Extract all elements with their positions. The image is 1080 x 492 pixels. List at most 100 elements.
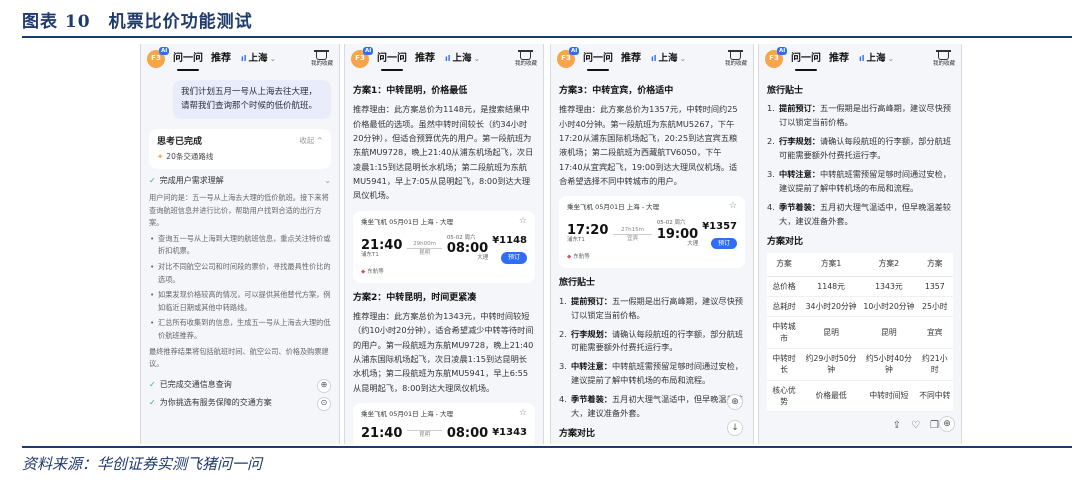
bottom-rule bbox=[22, 446, 1072, 448]
tip-item: 3. 中转注意：中转航班需预留足够时间通过安检，建议提前了解中转机场的布局和流程。 bbox=[559, 361, 743, 386]
favorites-button[interactable]: 我的收藏 bbox=[725, 50, 747, 68]
flight-card[interactable]: 乘坐飞机 05月01日 上海 - 大理 ☆ 21:40 浦东T1 29h00m 昆明 … bbox=[353, 210, 535, 283]
ai-badge: AI bbox=[363, 47, 374, 55]
tips-title: 旅行贴士 bbox=[559, 278, 596, 289]
airline-name: 东航等 bbox=[573, 254, 590, 261]
table-row: 核心优势 价格最低 中转时间短 不同中转 bbox=[767, 380, 953, 413]
thumbs-up-icon[interactable]: ♡ bbox=[911, 418, 920, 434]
tips-list: 1. 提前预订：五一假期是出行高峰期，建议尽快预订以锁定当前价格。 2. 行李规划：… bbox=[767, 102, 953, 229]
tab-ask[interactable]: 问一问 bbox=[377, 51, 407, 71]
top-bar: F3 AI 问一问 推荐 ıl 上海 ⌄ 我的收藏 bbox=[759, 44, 961, 74]
departure-airport: 浦东T1 bbox=[361, 251, 379, 258]
location-selector[interactable]: ıl 上海 ⌄ bbox=[241, 51, 276, 66]
top-rule bbox=[22, 36, 1072, 38]
tab-recommend[interactable]: 推荐 bbox=[211, 51, 231, 67]
cart-icon bbox=[518, 50, 534, 61]
intent-summary: 用户问的是：五一号从上海去大理的低价航班。接下来将查询航班信息并进行比价，帮助用… bbox=[149, 193, 329, 228]
duration: 29h00m bbox=[413, 240, 437, 247]
book-button[interactable]: 预订 bbox=[500, 252, 527, 264]
plan-bullet: 对比不同航空公司和时间段的票价，寻找最具性价比的选项。 bbox=[149, 261, 331, 286]
arrival-time: 19:00 bbox=[656, 227, 699, 243]
airline-icon: ◆ bbox=[361, 268, 366, 275]
favorites-button[interactable]: 我的收藏 bbox=[515, 50, 537, 68]
tab-ask[interactable]: 问一问 bbox=[583, 51, 613, 71]
assistant-avatar[interactable]: F3 AI bbox=[351, 47, 374, 68]
tip-item: 1. 提前预订：五一假期是出行高峰期，建议尽快预订以锁定当前价格。 bbox=[767, 103, 951, 128]
spark-icon: ✦ bbox=[157, 152, 164, 162]
comparison-table: 方案 方案1 方案2 方案 总价格 1148元 1343元 1357 总耗时 34小时2… bbox=[767, 253, 953, 413]
flight-card-header: 乘坐飞机 05月01日 上海 - 大理 bbox=[361, 217, 454, 226]
tab-ask[interactable]: 问一问 bbox=[173, 51, 203, 71]
ai-badge: AI bbox=[777, 47, 788, 55]
flight-card[interactable]: 乘坐飞机 05月01日 上海 - 大理 ☆ 17:20 浦东T1 27h15m 宜宾 … bbox=[559, 196, 745, 269]
thinking-subtitle: ✦ 20条交通路线 bbox=[157, 152, 214, 162]
assistant-avatar[interactable]: F3 AI bbox=[765, 47, 788, 68]
add-icon[interactable]: ⊕ bbox=[939, 416, 955, 432]
thinking-title: 思考已完成 bbox=[157, 136, 203, 147]
tab-recommend[interactable]: 推荐 bbox=[829, 51, 849, 67]
flight-price: ¥1343 bbox=[492, 427, 527, 439]
step-service-selection[interactable]: ✓ 为你挑选有服务保障的交通方案 ⊙ bbox=[149, 396, 331, 411]
plan1-description: 推荐理由：此方案总价为1148元，是搜索结果中价格最低的选项。虽然中转时间较长（… bbox=[353, 104, 534, 201]
screenshot-panel-2: F3 AI 问一问 推荐 ıl 上海 ⌄ 我的收藏 方案1：中转昆明，价格最低 推荐… bbox=[344, 44, 544, 444]
plan3-title: 方案3：中转宜宾，价格适中 bbox=[559, 86, 674, 96]
thinking-card[interactable]: 思考已完成 收起 ^ ✦ 20条交通路线 bbox=[149, 128, 331, 170]
transfer-city: 宜宾 bbox=[627, 236, 639, 243]
arrival-time: 08:00 bbox=[446, 241, 489, 257]
add-icon[interactable]: ⊕ bbox=[727, 394, 743, 410]
location-selector[interactable]: ıl 上海 ⌄ bbox=[651, 51, 686, 66]
chevron-down-icon: ⌄ bbox=[324, 176, 331, 186]
table-row: 中转城市 昆明 昆明 宜宾 bbox=[767, 316, 953, 349]
star-icon[interactable]: ☆ bbox=[519, 408, 527, 419]
table-header: 方案 bbox=[916, 253, 953, 277]
transfer-city: 昆明 bbox=[419, 250, 431, 257]
scroll-down-icon[interactable]: ⊙ bbox=[317, 396, 331, 411]
tip-item: 3. 中转注意：中转航班需预留足够时间通过安检，建议提前了解中转机场的布局和流程。 bbox=[767, 169, 951, 194]
collapse-toggle[interactable]: 收起 ^ bbox=[299, 135, 323, 149]
compare-title: 方案对比 bbox=[559, 429, 596, 440]
favorites-button[interactable]: 我的收藏 bbox=[933, 50, 955, 68]
tab-recommend[interactable]: 推荐 bbox=[415, 51, 435, 67]
cart-icon bbox=[314, 50, 330, 61]
location-selector[interactable]: ıl 上海 ⌄ bbox=[445, 51, 480, 66]
step-understanding[interactable]: ✓ 完成用户需求理解 ⌄ bbox=[149, 175, 331, 188]
airline-icon: ◆ bbox=[567, 254, 572, 261]
share-icon[interactable]: ⇪ bbox=[893, 418, 901, 434]
scroll-down-icon[interactable]: ⊕ bbox=[317, 378, 331, 393]
step-traffic-query[interactable]: ✓ 已完成交通信息查询 ⊕ bbox=[149, 378, 331, 393]
tip-item: 4. 季节着装：五月初大理气温适中，但早晚温差较大，建议准备外套。 bbox=[767, 202, 951, 226]
location-selector[interactable]: ıl 上海 ⌄ bbox=[859, 51, 894, 66]
transfer-city: 昆明 bbox=[419, 431, 431, 438]
tab-recommend[interactable]: 推荐 bbox=[621, 51, 641, 67]
top-bar: F3 AI 问一问 推荐 ıl 上海 ⌄ 我的收藏 bbox=[141, 44, 339, 74]
favorites-button[interactable]: 我的收藏 bbox=[311, 50, 333, 68]
signal-icon: ıl bbox=[445, 54, 451, 64]
flight-card[interactable]: 乘坐飞机 05月01日 上海 - 大理 ☆ 21:40 昆明 08:00 ¥134… bbox=[353, 403, 535, 444]
scroll-down-icon[interactable]: ↓ bbox=[727, 420, 743, 436]
tab-ask[interactable]: 问一问 bbox=[791, 51, 821, 71]
star-icon[interactable]: ☆ bbox=[519, 216, 527, 227]
tip-item: 4. 季节着装：五月初大理气温适中，但早晚温差较大，建议准备外套。 bbox=[559, 394, 743, 419]
chevron-down-icon: ⌄ bbox=[677, 55, 686, 64]
copy-icon[interactable]: ❐ bbox=[930, 418, 939, 434]
plan-bullet: 如果发现价格较高的情况，可以提供其他替代方案，例如临近日期或其他中转路线。 bbox=[149, 289, 331, 314]
departure-time: 21:40 bbox=[361, 425, 403, 441]
chevron-down-icon: ⌄ bbox=[267, 55, 276, 64]
flight-card-header: 乘坐飞机 05月01日 上海 - 大理 bbox=[361, 410, 454, 419]
assistant-avatar[interactable]: F3 AI bbox=[147, 47, 170, 68]
flight-card-header: 乘坐飞机 05月01日 上海 - 大理 bbox=[567, 203, 660, 212]
cart-icon bbox=[936, 50, 952, 61]
check-icon: ✓ bbox=[149, 380, 156, 390]
tip-item: 2. 行李规划：请确认每段航班的行李额，部分航班可能需要额外付费托运行李。 bbox=[559, 328, 743, 353]
assistant-avatar[interactable]: F3 AI bbox=[557, 47, 580, 68]
message-actions: ⇪ ♡ ❐ bbox=[767, 412, 953, 434]
table-row: 总价格 1148元 1343元 1357 bbox=[767, 276, 953, 298]
tip-item: 1. 提前预订：五一假期是出行高峰期，建议尽快预订以锁定当前价格。 bbox=[559, 295, 743, 320]
screenshot-panel-4: F3 AI 问一问 推荐 ıl 上海 ⌄ 我的收藏 旅行贴士 1. 提前预订：五一假期… bbox=[758, 44, 962, 444]
cart-icon bbox=[728, 50, 744, 61]
signal-icon: ıl bbox=[859, 54, 865, 64]
book-button[interactable]: 预订 bbox=[710, 237, 737, 250]
plan2-description: 推荐理由：此方案总价为1343元，中转时间较短（约10小时20分钟），适合希望减… bbox=[353, 310, 534, 393]
arrival-time: 08:00 bbox=[446, 425, 489, 441]
star-icon[interactable]: ☆ bbox=[729, 202, 737, 212]
